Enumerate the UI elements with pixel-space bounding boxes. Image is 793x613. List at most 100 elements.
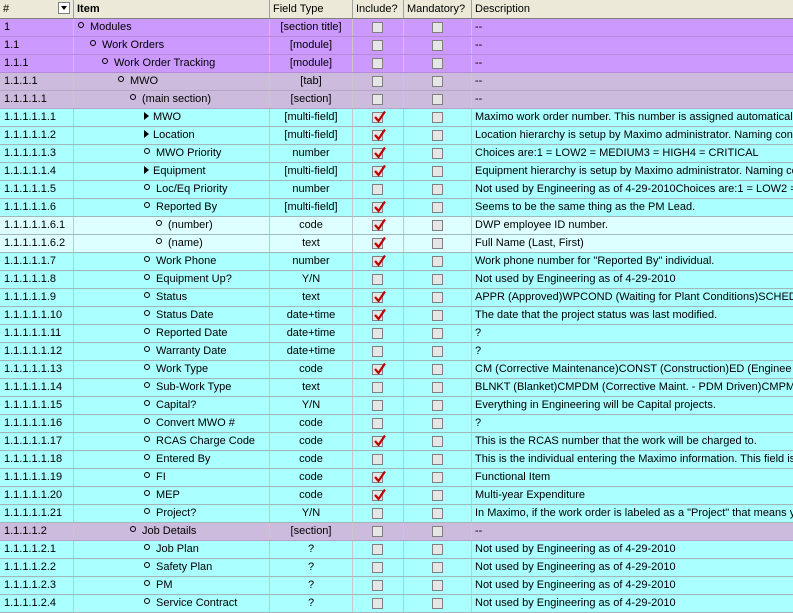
include-checkbox[interactable] — [372, 470, 386, 483]
mandatory-checkbox[interactable] — [432, 472, 443, 483]
include-checkbox[interactable] — [372, 382, 383, 393]
row-item[interactable]: Warranty Date — [74, 343, 268, 360]
table-row[interactable]: 1.1.1.1.2.4 Service Contract? Not used by … — [0, 595, 793, 613]
include-checkbox[interactable] — [372, 110, 386, 123]
include-checkbox[interactable] — [372, 434, 386, 447]
table-row[interactable]: 1.1.1.1.1.18 Entered By code This is the in… — [0, 451, 793, 469]
mandatory-checkbox[interactable] — [432, 598, 443, 609]
include-checkbox[interactable] — [372, 346, 383, 357]
mandatory-checkbox[interactable] — [432, 580, 443, 591]
mandatory-checkbox[interactable] — [432, 328, 443, 339]
include-checkbox[interactable] — [372, 488, 386, 501]
table-row[interactable]: 1.1.1.1.1.7 Work Phone number Work phone nu… — [0, 253, 793, 271]
table-row[interactable]: 1.1.1.1.2.2 Safety Plan? Not used by Engin… — [0, 559, 793, 577]
table-row[interactable]: 1.1.1.1.1.2 Location [multi-field] Location… — [0, 127, 793, 145]
row-item[interactable]: Sub-Work Type — [74, 379, 268, 396]
table-row[interactable]: 1.1 Work Orders [module] -- — [0, 37, 793, 55]
include-checkbox[interactable] — [372, 22, 383, 33]
mandatory-checkbox[interactable] — [432, 346, 443, 357]
mandatory-checkbox[interactable] — [432, 22, 443, 33]
include-checkbox[interactable] — [372, 184, 383, 195]
mandatory-checkbox[interactable] — [432, 238, 443, 249]
mandatory-checkbox[interactable] — [432, 202, 443, 213]
mandatory-checkbox[interactable] — [432, 292, 443, 303]
table-row[interactable]: 1.1.1.1.2.3 PM? Not used by Engineering as… — [0, 577, 793, 595]
include-checkbox[interactable] — [372, 362, 386, 375]
row-item[interactable]: MWO Priority — [74, 145, 268, 162]
include-checkbox[interactable] — [372, 236, 386, 249]
include-checkbox[interactable] — [372, 508, 383, 519]
mandatory-checkbox[interactable] — [432, 40, 443, 51]
include-checkbox[interactable] — [372, 290, 386, 303]
header-item[interactable]: Item — [74, 0, 270, 18]
mandatory-checkbox[interactable] — [432, 274, 443, 285]
mandatory-checkbox[interactable] — [432, 544, 443, 555]
mandatory-checkbox[interactable] — [432, 166, 443, 177]
row-item[interactable]: Convert MWO # — [74, 415, 268, 432]
row-item[interactable]: Job Details — [74, 523, 268, 540]
mandatory-checkbox[interactable] — [432, 436, 443, 447]
table-row[interactable]: 1.1.1.1.1.14 Sub-Work Type text BLNKT (Blan… — [0, 379, 793, 397]
row-item[interactable]: Modules — [74, 19, 268, 36]
header-num[interactable]: # — [0, 0, 74, 18]
row-item[interactable]: Capital? — [74, 397, 268, 414]
mandatory-checkbox[interactable] — [432, 220, 443, 231]
include-checkbox[interactable] — [372, 562, 383, 573]
expand-arrow-icon[interactable] — [144, 112, 149, 120]
row-item[interactable]: (name) — [74, 235, 268, 252]
table-row[interactable]: 1.1.1.1.1.4 Equipment [multi-field] Equipme… — [0, 163, 793, 181]
mandatory-checkbox[interactable] — [432, 256, 443, 267]
row-item[interactable]: Reported By — [74, 199, 268, 216]
include-checkbox[interactable] — [372, 58, 383, 69]
include-checkbox[interactable] — [372, 254, 386, 267]
mandatory-checkbox[interactable] — [432, 490, 443, 501]
mandatory-checkbox[interactable] — [432, 454, 443, 465]
row-item[interactable]: Service Contract — [74, 595, 268, 612]
table-row[interactable]: 1.1.1.1.1.12 Warranty Date date+time ? — [0, 343, 793, 361]
row-item[interactable]: Work Type — [74, 361, 268, 378]
table-row[interactable]: 1.1.1.1.1.6.1 (number) code DWP employee ID… — [0, 217, 793, 235]
mandatory-checkbox[interactable] — [432, 310, 443, 321]
include-checkbox[interactable] — [372, 418, 383, 429]
header-description[interactable]: Description — [472, 0, 793, 18]
row-item[interactable]: (main section) — [74, 91, 268, 108]
mandatory-checkbox[interactable] — [432, 400, 443, 411]
table-row[interactable]: 1 Modules [section title] -- — [0, 19, 793, 37]
row-item[interactable]: MWO — [74, 109, 268, 126]
row-item[interactable]: (number) — [74, 217, 268, 234]
include-checkbox[interactable] — [372, 598, 383, 609]
row-item[interactable]: Status Date — [74, 307, 268, 324]
include-checkbox[interactable] — [372, 544, 383, 555]
table-row[interactable]: 1.1.1.1.1.5 Loc/Eq Priority number Not used… — [0, 181, 793, 199]
row-item[interactable]: Location — [74, 127, 268, 144]
row-item[interactable]: Equipment Up? — [74, 271, 268, 288]
table-row[interactable]: 1.1.1.1.1.10 Status Date date+time The date… — [0, 307, 793, 325]
include-checkbox[interactable] — [372, 200, 386, 213]
table-row[interactable]: 1.1.1.1.1.3 MWO Priority number Choices are… — [0, 145, 793, 163]
mandatory-checkbox[interactable] — [432, 184, 443, 195]
include-checkbox[interactable] — [372, 274, 383, 285]
table-row[interactable]: 1.1.1.1.1.9 Status text APPR (Approved)WPCO… — [0, 289, 793, 307]
row-item[interactable]: Equipment — [74, 163, 268, 180]
table-row[interactable]: 1.1.1.1.1.6.2 (name) text Full Name (Last, … — [0, 235, 793, 253]
table-row[interactable]: 1.1.1.1.1.8 Equipment Up? Y/N Not used by E… — [0, 271, 793, 289]
expand-arrow-icon[interactable] — [144, 130, 149, 138]
row-item[interactable]: MWO — [74, 73, 268, 90]
row-item[interactable]: RCAS Charge Code — [74, 433, 268, 450]
table-row[interactable]: 1.1.1.1.1.11 Reported Date date+time ? — [0, 325, 793, 343]
mandatory-checkbox[interactable] — [432, 148, 443, 159]
mandatory-checkbox[interactable] — [432, 526, 443, 537]
table-row[interactable]: 1.1.1.1.1.19 FI code Functional Item — [0, 469, 793, 487]
include-checkbox[interactable] — [372, 400, 383, 411]
mandatory-checkbox[interactable] — [432, 562, 443, 573]
table-row[interactable]: 1.1.1 Work Order Tracking [module] -- — [0, 55, 793, 73]
row-item[interactable]: Status — [74, 289, 268, 306]
include-checkbox[interactable] — [372, 328, 383, 339]
row-item[interactable]: Safety Plan — [74, 559, 268, 576]
table-row[interactable]: 1.1.1.1.1.1 MWO [multi-field] Maximo work o… — [0, 109, 793, 127]
header-mandatory[interactable]: Mandatory? — [404, 0, 472, 18]
mandatory-checkbox[interactable] — [432, 364, 443, 375]
table-row[interactable]: 1.1.1.1.1.15 Capital? Y/N Everything in Eng… — [0, 397, 793, 415]
mandatory-checkbox[interactable] — [432, 76, 443, 87]
mandatory-checkbox[interactable] — [432, 94, 443, 105]
